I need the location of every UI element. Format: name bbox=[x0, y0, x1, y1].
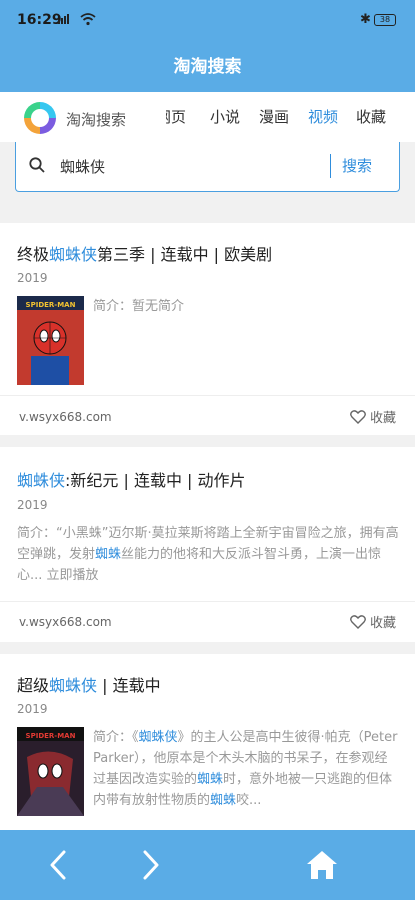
result-year: 2019 bbox=[17, 271, 48, 285]
title-suffix: 第三季 | 连载中 | 欧美剧 bbox=[97, 245, 273, 264]
desc-part: 简介：《 bbox=[93, 730, 139, 745]
result-title[interactable]: 超级蜘蛛侠 | 连载中 bbox=[17, 672, 161, 696]
signal-icon bbox=[58, 14, 69, 24]
favorite-label: 收藏 bbox=[370, 616, 397, 631]
desc-keyword: 蜘蛛 bbox=[95, 547, 122, 562]
desc-part: 咬... bbox=[236, 793, 262, 808]
title-keyword: 蜘蛛侠 bbox=[49, 245, 98, 264]
title-suffix: :新纪元 | 连载中 | 动作片 bbox=[65, 471, 246, 490]
tab-video[interactable]: 视频 bbox=[308, 106, 338, 127]
battery-icon: 38 bbox=[374, 14, 396, 26]
poster-thumbnail[interactable]: SPIDER-MAN bbox=[17, 727, 84, 816]
logo-icon bbox=[24, 102, 56, 134]
back-arrow-icon[interactable] bbox=[42, 848, 76, 882]
result-year: 2019 bbox=[17, 498, 48, 512]
search-box: 搜索 bbox=[15, 142, 400, 192]
title-keyword: 蜘蛛侠 bbox=[17, 471, 66, 490]
desc-keyword: 蜘蛛 bbox=[210, 793, 237, 808]
nav-row: 淘淘搜索 网页 小说 漫画 视频 收藏 bbox=[0, 92, 415, 142]
bluetooth-icon: ✱ bbox=[360, 12, 371, 27]
title-prefix: 终极 bbox=[17, 245, 50, 264]
search-input[interactable] bbox=[60, 152, 330, 180]
tab-comic[interactable]: 漫画 bbox=[259, 106, 289, 127]
result-card[interactable]: 终极蜘蛛侠第三季 | 连载中 | 欧美剧 2019 SPIDER-MAN 简介：… bbox=[0, 223, 415, 435]
title-suffix: | 连载中 bbox=[97, 676, 161, 695]
heart-icon bbox=[350, 409, 366, 424]
bottom-nav-bar bbox=[0, 830, 415, 900]
tab-favorites[interactable]: 收藏 bbox=[356, 106, 386, 127]
app-header: 淘淘搜索 bbox=[0, 40, 415, 92]
card-divider bbox=[0, 395, 415, 396]
result-card[interactable]: 蜘蛛侠:新纪元 | 连载中 | 动作片 2019 简介：“小黑蛛”迈尔斯·莫拉莱… bbox=[0, 447, 415, 642]
poster-thumbnail[interactable]: SPIDER-MAN bbox=[17, 296, 84, 385]
search-button[interactable]: 搜索 bbox=[342, 155, 372, 176]
search-divider bbox=[330, 154, 331, 178]
forward-arrow-icon[interactable] bbox=[133, 848, 167, 882]
title-prefix: 超级 bbox=[17, 676, 50, 695]
status-bar: 16:29 ✱ 38 bbox=[0, 0, 415, 40]
result-card[interactable]: 超级蜘蛛侠 | 连载中 2019 SPIDER-MAN 简介：《蜘蛛侠》的主人公… bbox=[0, 654, 415, 830]
favorite-button[interactable]: 收藏 bbox=[350, 407, 396, 426]
svg-text:SPIDER-MAN: SPIDER-MAN bbox=[26, 301, 76, 309]
result-year: 2019 bbox=[17, 702, 48, 716]
tab-web[interactable]: 网页 bbox=[166, 106, 186, 127]
svg-text:SPIDER-MAN: SPIDER-MAN bbox=[26, 732, 76, 740]
home-icon[interactable] bbox=[305, 848, 339, 882]
result-title[interactable]: 终极蜘蛛侠第三季 | 连载中 | 欧美剧 bbox=[17, 241, 272, 265]
tab-novel[interactable]: 小说 bbox=[210, 106, 240, 127]
status-time: 16:29 bbox=[17, 12, 62, 28]
desc-keyword: 蜘蛛 bbox=[197, 772, 224, 787]
result-source[interactable]: v.wsyx668.com bbox=[19, 410, 112, 424]
favorite-button[interactable]: 收藏 bbox=[350, 612, 396, 631]
logo-text: 淘淘搜索 bbox=[66, 111, 127, 129]
desc-keyword: 蜘蛛侠 bbox=[138, 730, 178, 745]
page-title: 淘淘搜索 bbox=[173, 57, 242, 77]
title-keyword: 蜘蛛侠 bbox=[49, 676, 98, 695]
heart-icon bbox=[350, 614, 366, 629]
result-title[interactable]: 蜘蛛侠:新纪元 | 连载中 | 动作片 bbox=[17, 467, 246, 491]
search-icon bbox=[29, 157, 45, 173]
favorite-label: 收藏 bbox=[370, 411, 397, 426]
card-divider bbox=[0, 601, 415, 602]
result-description: 简介：《蜘蛛侠》的主人公是高中生彼得·帕克（Peter Parker），他原本是… bbox=[93, 727, 398, 811]
result-description: 简介：暂无简介 bbox=[93, 299, 185, 314]
category-tabs: 网页 小说 漫画 视频 收藏 bbox=[166, 92, 415, 142]
result-source[interactable]: v.wsyx668.com bbox=[19, 615, 112, 629]
result-description: 简介：“小黑蛛”迈尔斯·莫拉莱斯将踏上全新宇宙冒险之旅，拥有高空弹跳，发射蜘蛛丝… bbox=[17, 523, 401, 586]
wifi-icon bbox=[80, 13, 96, 26]
